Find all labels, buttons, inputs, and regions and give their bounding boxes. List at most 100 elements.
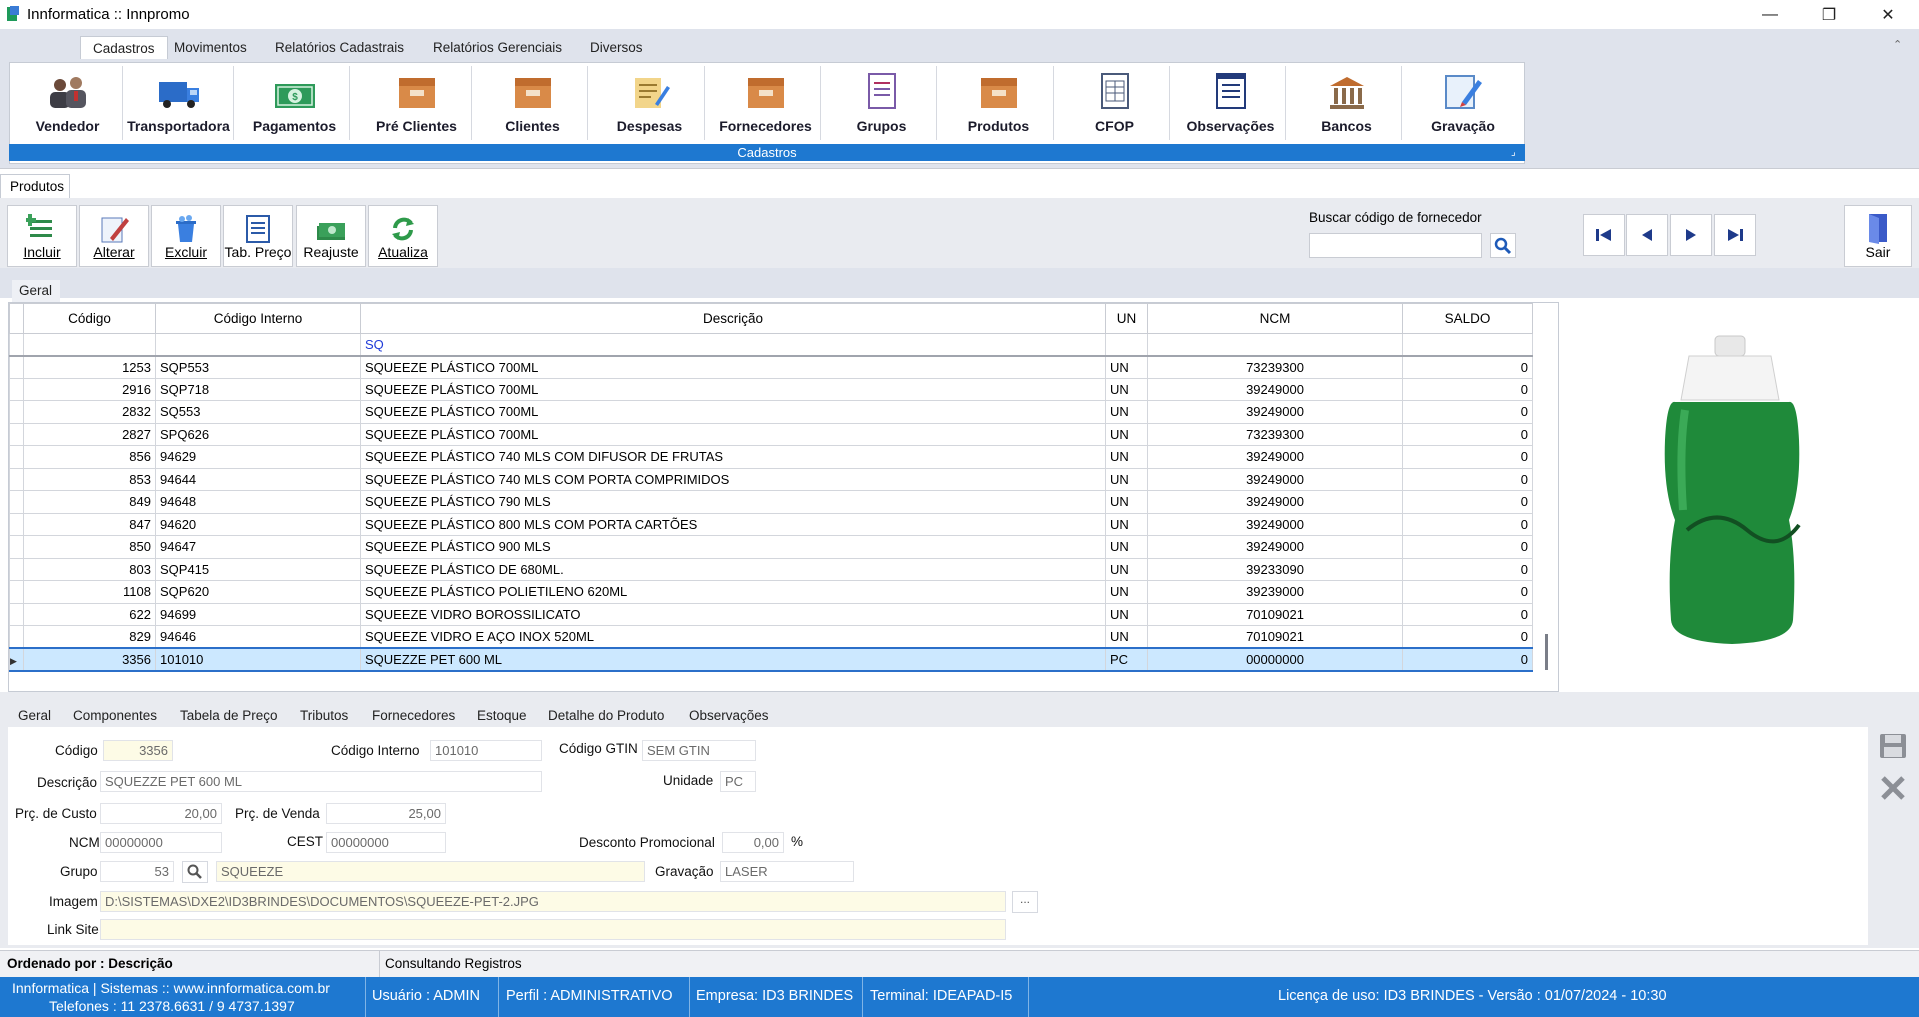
cell-un[interactable]: UN	[1105, 400, 1148, 424]
column-header-saldo[interactable]: SALDO	[1402, 303, 1533, 334]
grupo-search-button[interactable]	[182, 861, 208, 883]
ribbon-button-fornecedores[interactable]: Fornecedores	[711, 66, 821, 140]
tab-geral-grid[interactable]: Geral	[12, 280, 60, 302]
cell-saldo[interactable]: 0	[1402, 512, 1533, 536]
unidade-field[interactable]: PC	[720, 771, 756, 792]
cell-codigo-interno[interactable]: SPQ626	[155, 422, 361, 446]
table-row[interactable]: ▶ 3356 101010 SQUEZZE PET 600 ML PC 00000000 0	[9, 647, 1533, 672]
cell-un[interactable]: UN	[1105, 625, 1148, 649]
cell-codigo[interactable]: 829	[23, 625, 156, 649]
cell-saldo[interactable]: 0	[1402, 647, 1533, 672]
cell-codigo[interactable]: 3356	[23, 647, 156, 672]
cell-descricao[interactable]: SQUEEZE VIDRO BOROSSILICATO	[360, 602, 1106, 626]
cell-ncm[interactable]: 70109021	[1147, 602, 1403, 626]
row-indicator[interactable]	[9, 400, 24, 424]
filter-un[interactable]	[1105, 333, 1148, 357]
save-button[interactable]	[1878, 732, 1908, 763]
cell-descricao[interactable]: SQUEEZE PLÁSTICO 700ML	[360, 355, 1106, 379]
column-header-codigo[interactable]: Código	[23, 303, 156, 334]
cell-descricao[interactable]: SQUEEZE PLÁSTICO 740 MLS COM DIFUSOR DE …	[360, 445, 1106, 469]
ribbon-tab-cadastros[interactable]: Cadastros	[80, 36, 168, 59]
filter-ncm[interactable]	[1147, 333, 1403, 357]
ribbon-tab-relatorios-cadastrais[interactable]: Relatórios Cadastrais	[263, 36, 416, 59]
excluir-button[interactable]: Excluir	[151, 205, 221, 267]
cell-ncm[interactable]: 73239300	[1147, 355, 1403, 379]
close-button[interactable]: ✕	[1865, 0, 1911, 29]
cell-codigo[interactable]: 2827	[23, 422, 156, 446]
cell-ncm[interactable]: 39249000	[1147, 467, 1403, 491]
table-row[interactable]: 2916 SQP718 SQUEEZE PLÁSTICO 700ML UN 392490…	[9, 377, 1533, 401]
cell-ncm[interactable]: 00000000	[1147, 647, 1403, 672]
table-row[interactable]: 849 94648 SQUEEZE PLÁSTICO 790 MLS UN 392490…	[9, 490, 1533, 514]
ribbon-button-bancos[interactable]: Bancos	[1292, 66, 1402, 140]
column-header-un[interactable]: UN	[1105, 303, 1148, 334]
cest-field[interactable]: 00000000	[326, 832, 446, 853]
ribbon-tab-diversos[interactable]: Diversos	[578, 36, 655, 59]
cell-descricao[interactable]: SQUEEZE PLÁSTICO POLIETILENO 620ML	[360, 580, 1106, 604]
cell-codigo-interno[interactable]: 94644	[155, 467, 361, 491]
imagem-field[interactable]: D:\SISTEMAS\DXE2\ID3BRINDES\DOCUMENTOS\S…	[100, 891, 1006, 912]
cell-codigo-interno[interactable]: 94620	[155, 512, 361, 536]
incluir-button[interactable]: Incluir	[7, 205, 77, 267]
sair-button[interactable]: Sair	[1844, 205, 1912, 267]
detail-tab-tabela-preco[interactable]: Tabela de Preço	[180, 708, 278, 723]
cell-ncm[interactable]: 39249000	[1147, 512, 1403, 536]
table-row[interactable]: 853 94644 SQUEEZE PLÁSTICO 740 MLS COM POR…	[9, 467, 1533, 491]
cell-un[interactable]: UN	[1105, 490, 1148, 514]
custo-field[interactable]: 20,00	[100, 803, 222, 824]
cell-codigo[interactable]: 850	[23, 535, 156, 559]
cell-saldo[interactable]: 0	[1402, 490, 1533, 514]
table-row[interactable]: 856 94629 SQUEEZE PLÁSTICO 740 MLS COM DIF…	[9, 445, 1533, 469]
cell-ncm[interactable]: 39249000	[1147, 377, 1403, 401]
ncm-field[interactable]: 00000000	[100, 832, 222, 853]
cell-ncm[interactable]: 73239300	[1147, 422, 1403, 446]
dialog-launcher-icon[interactable]: ⌟	[1511, 147, 1516, 158]
cell-un[interactable]: UN	[1105, 512, 1148, 536]
cell-descricao[interactable]: SQUEEZE PLÁSTICO 700ML	[360, 377, 1106, 401]
column-header-descricao[interactable]: Descrição	[360, 303, 1106, 334]
column-header-ncm[interactable]: NCM	[1147, 303, 1403, 334]
cell-un[interactable]: UN	[1105, 445, 1148, 469]
cell-codigo[interactable]: 2832	[23, 400, 156, 424]
cell-descricao[interactable]: SQUEEZE PLÁSTICO 740 MLS COM PORTA COMPR…	[360, 467, 1106, 491]
cell-ncm[interactable]: 39249000	[1147, 490, 1403, 514]
cell-un[interactable]: UN	[1105, 535, 1148, 559]
venda-field[interactable]: 25,00	[326, 803, 446, 824]
tab-produtos[interactable]: Produtos	[0, 174, 70, 198]
cell-codigo[interactable]: 847	[23, 512, 156, 536]
grupo-name-field[interactable]: SQUEEZE	[216, 861, 645, 882]
cell-descricao[interactable]: SQUEEZE PLÁSTICO 700ML	[360, 422, 1106, 446]
cell-descricao[interactable]: SQUEEZE PLÁSTICO 800 MLS COM PORTA CARTÕ…	[360, 512, 1106, 536]
search-supplier-input[interactable]	[1309, 233, 1482, 258]
ribbon-button-observacoes[interactable]: Observações	[1176, 66, 1286, 140]
cell-un[interactable]: UN	[1105, 377, 1148, 401]
cell-un[interactable]: PC	[1105, 647, 1148, 672]
cell-descricao[interactable]: SQUEEZE PLÁSTICO 790 MLS	[360, 490, 1106, 514]
cell-ncm[interactable]: 39239000	[1147, 580, 1403, 604]
row-indicator[interactable]	[9, 355, 24, 379]
filter-codigo-interno[interactable]	[155, 333, 361, 357]
detail-tab-estoque[interactable]: Estoque	[477, 708, 527, 723]
cell-saldo[interactable]: 0	[1402, 467, 1533, 491]
cell-saldo[interactable]: 0	[1402, 535, 1533, 559]
row-indicator[interactable]	[9, 557, 24, 581]
ribbon-button-pagamentos[interactable]: $ Pagamentos	[240, 66, 350, 140]
row-indicator[interactable]	[9, 580, 24, 604]
cell-saldo[interactable]: 0	[1402, 445, 1533, 469]
table-row[interactable]: 622 94699 SQUEEZE VIDRO BOROSSILICATO UN 701…	[9, 602, 1533, 626]
cell-ncm[interactable]: 70109021	[1147, 625, 1403, 649]
cell-ncm[interactable]: 39249000	[1147, 535, 1403, 559]
cell-codigo[interactable]: 853	[23, 467, 156, 491]
last-record-button[interactable]	[1714, 214, 1756, 256]
table-row[interactable]: 803 SQP415 SQUEEZE PLÁSTICO DE 680ML. UN 392…	[9, 557, 1533, 581]
cell-codigo[interactable]: 1253	[23, 355, 156, 379]
row-indicator[interactable]: ▶	[9, 647, 24, 672]
maximize-button[interactable]: ❐	[1806, 0, 1852, 29]
minimize-button[interactable]: —	[1747, 0, 1793, 29]
ribbon-tab-movimentos[interactable]: Movimentos	[162, 36, 259, 59]
ribbon-button-gravacao[interactable]: Gravação	[1408, 66, 1518, 140]
ribbon-tab-relatorios-gerenciais[interactable]: Relatórios Gerenciais	[421, 36, 574, 59]
filter-saldo[interactable]	[1402, 333, 1533, 357]
cell-saldo[interactable]: 0	[1402, 422, 1533, 446]
cell-descricao[interactable]: SQUEEZE VIDRO E AÇO INOX 520ML	[360, 625, 1106, 649]
